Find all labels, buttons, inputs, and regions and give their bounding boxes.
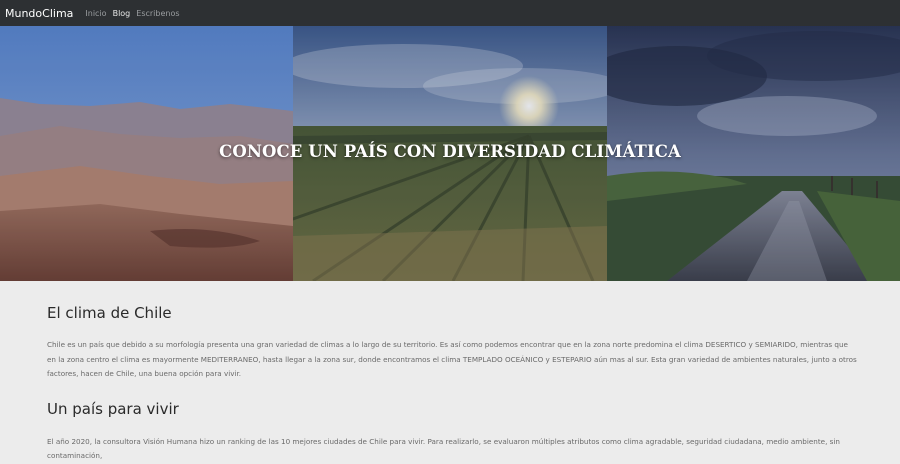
nav-link-blog[interactable]: Blog xyxy=(113,9,131,18)
navbar: MundoClima Inicio Blog Escribenos xyxy=(0,0,900,26)
hero-banner: CONOCE UN PAÍS CON DIVERSIDAD CLIMÁTICA xyxy=(0,26,900,281)
section-paragraph: El año 2020, la consultora Visión Humana… xyxy=(47,436,840,461)
main-content: El clima de Chile Chile es un país que d… xyxy=(47,281,857,464)
nav-link-escribenos[interactable]: Escribenos xyxy=(136,9,179,18)
nav-link-inicio[interactable]: Inicio xyxy=(85,9,106,18)
section-vivir: Un país para vivir El año 2020, la consu… xyxy=(47,400,857,464)
section-paragraph: Chile es un país que debido a su morfolo… xyxy=(47,340,857,378)
section-title: El clima de Chile xyxy=(47,304,172,322)
section-title: Un país para vivir xyxy=(47,399,179,418)
section-clima: El clima de Chile Chile es un país que d… xyxy=(47,304,857,382)
hero-title: CONOCE UN PAÍS CON DIVERSIDAD CLIMÁTICA xyxy=(219,142,681,161)
brand-logo-link[interactable]: MundoClima xyxy=(5,7,73,20)
